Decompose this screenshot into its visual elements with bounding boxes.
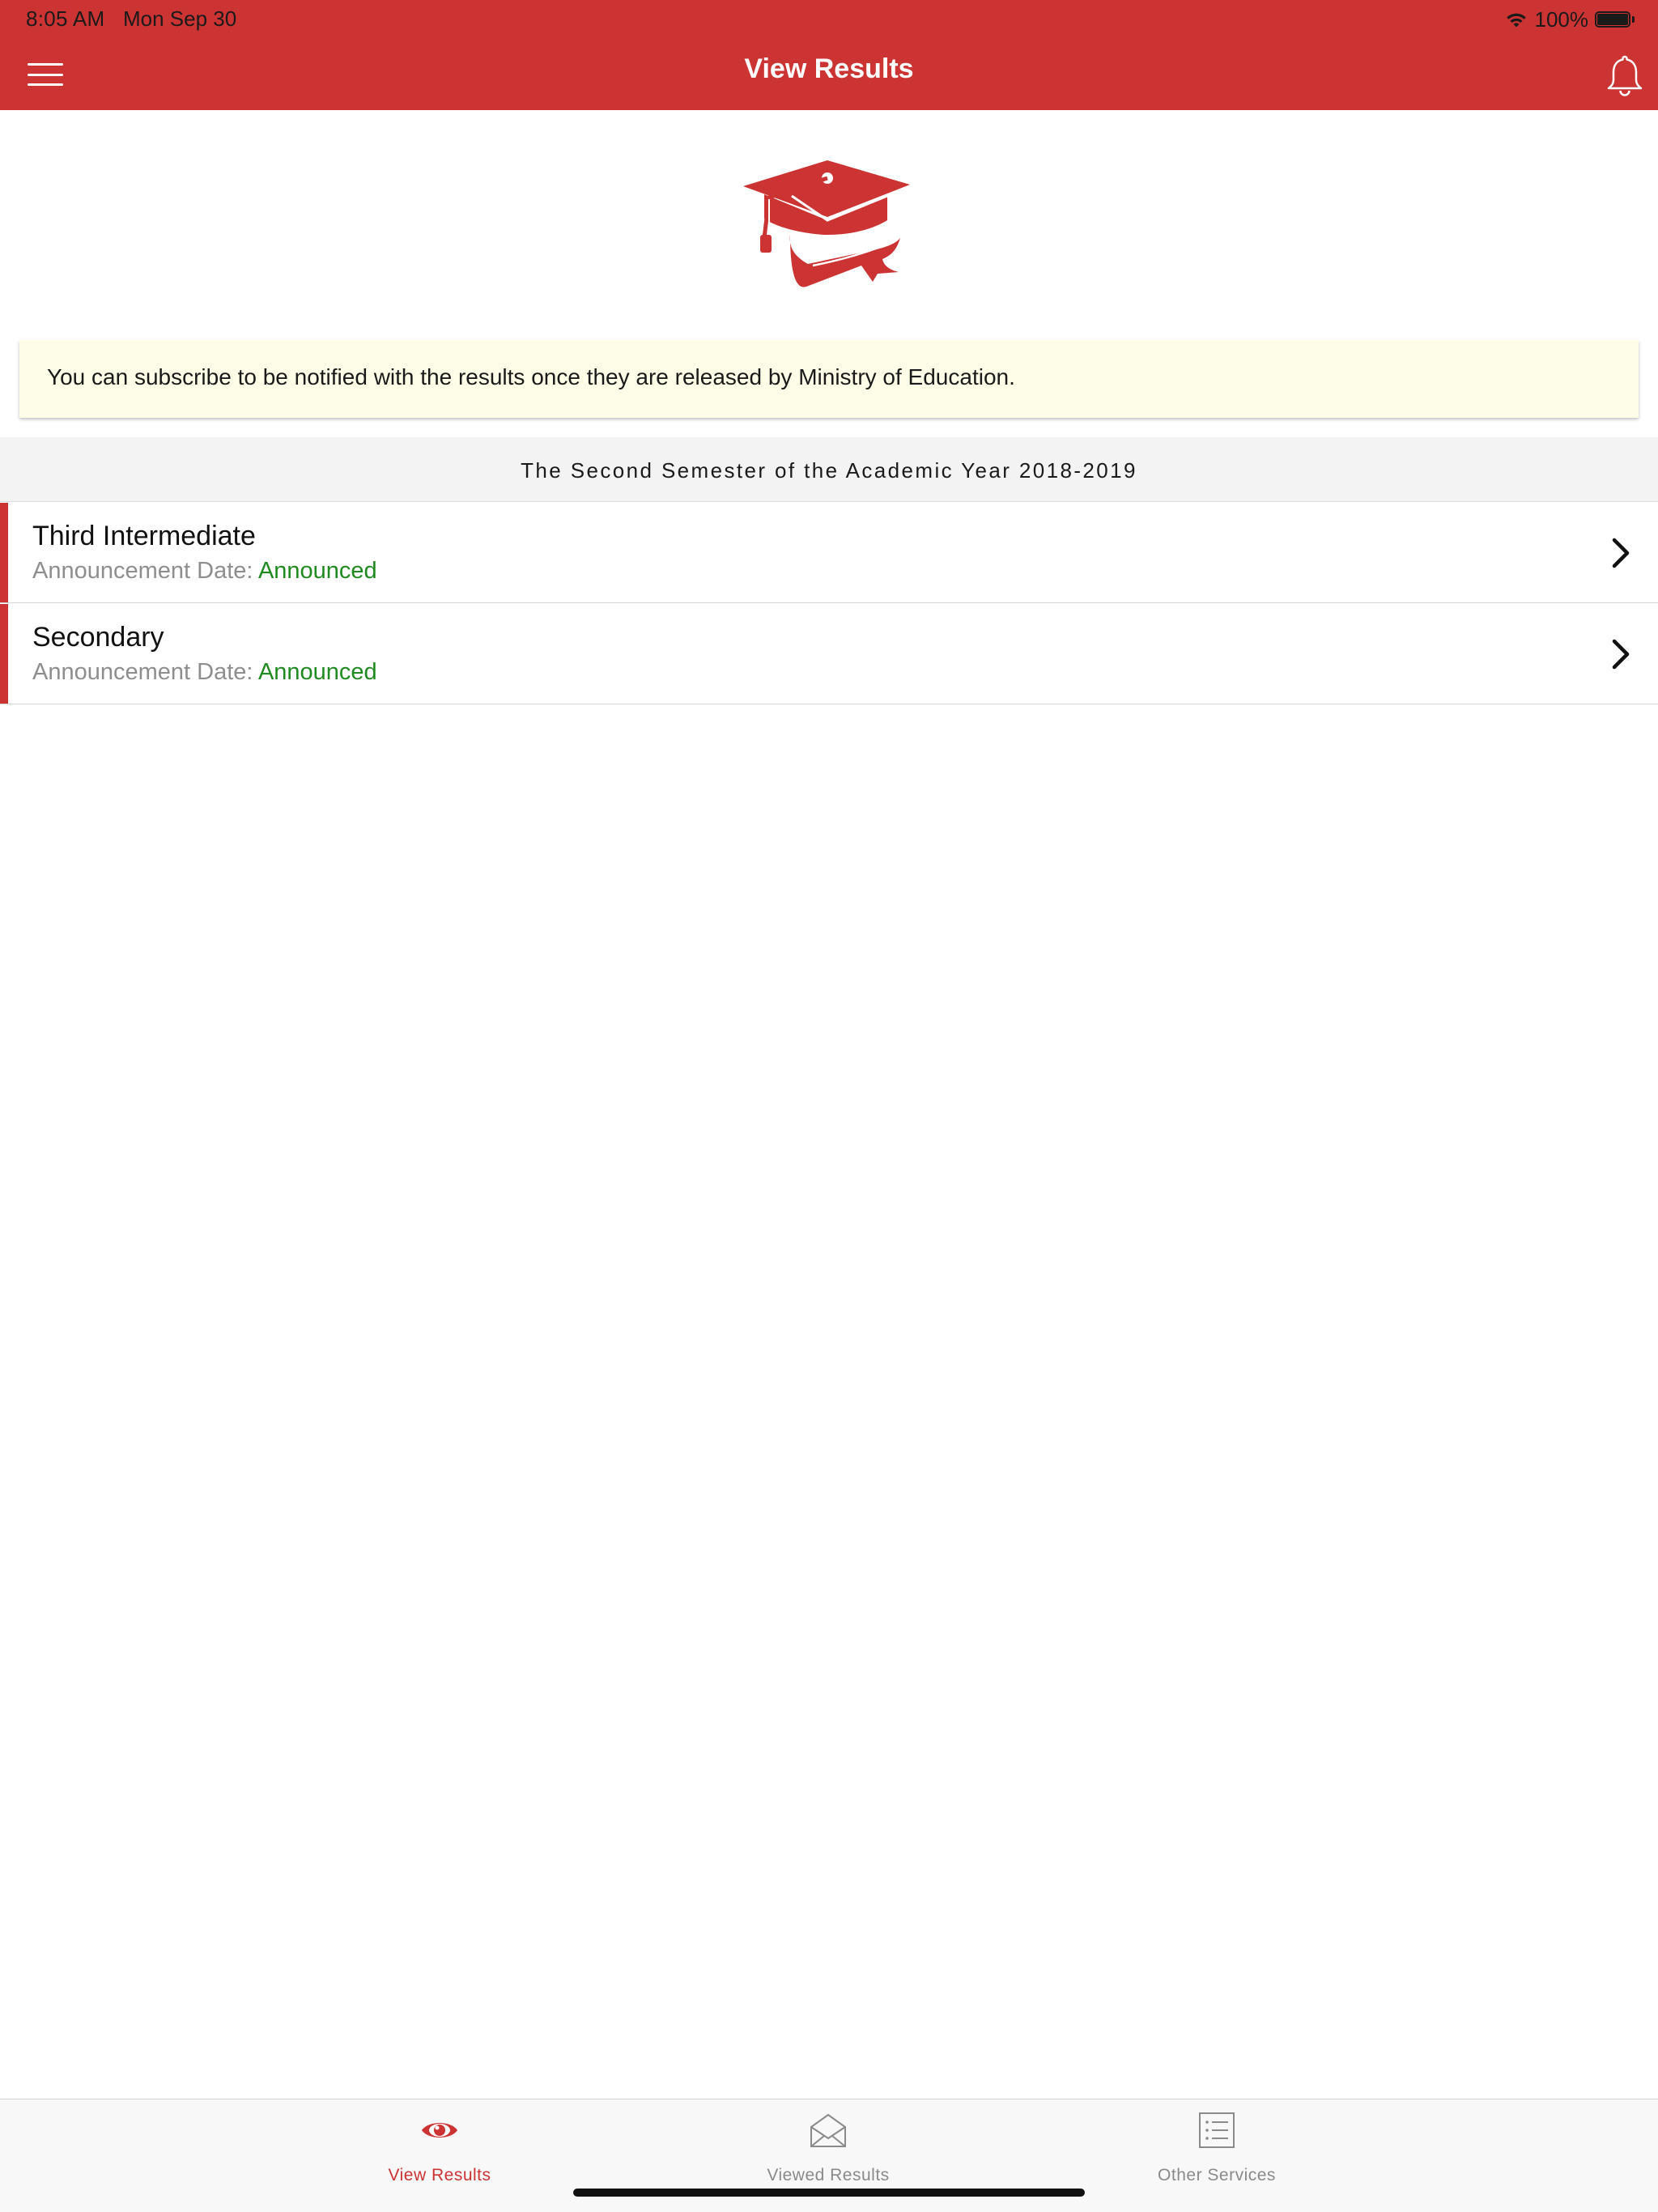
tab-viewed-results[interactable]: Viewed Results bbox=[699, 2099, 958, 2197]
battery-icon bbox=[1595, 10, 1635, 29]
result-title: Third Intermediate bbox=[32, 521, 256, 551]
section-header: The Second Semester of the Academic Year… bbox=[0, 437, 1658, 502]
result-row-secondary[interactable]: Secondary Announcement Date: Announced bbox=[0, 604, 1658, 704]
app-header: 8:05 AM Mon Sep 30 100% View Results bbox=[0, 0, 1658, 110]
status-time: 8:05 AM bbox=[26, 6, 105, 31]
open-envelope-icon bbox=[810, 2113, 846, 2147]
section-title: The Second Semester of the Academic Year… bbox=[521, 458, 1137, 483]
notice-text: You can subscribe to be notified with th… bbox=[47, 364, 1015, 389]
bell-icon[interactable] bbox=[1605, 52, 1645, 97]
status-indicators: 100% bbox=[1504, 6, 1636, 32]
row-accent-bar bbox=[0, 604, 8, 704]
announcement-date: Announcement Date: Announced bbox=[32, 659, 377, 686]
announcement-date: Announcement Date: Announced bbox=[32, 558, 377, 585]
announcement-status: Announced bbox=[257, 659, 377, 685]
announcement-date-label: Announcement Date: bbox=[32, 558, 253, 584]
graduation-cap-diploma-icon bbox=[743, 160, 910, 287]
result-title: Secondary bbox=[32, 622, 164, 653]
status-date: Mon Sep 30 bbox=[123, 6, 237, 31]
tab-other-services[interactable]: Other Services bbox=[1087, 2099, 1346, 2197]
announcement-date-label: Announcement Date: bbox=[32, 659, 253, 685]
tab-label: Other Services bbox=[1158, 2166, 1276, 2184]
subscribe-notice: You can subscribe to be notified with th… bbox=[19, 340, 1639, 418]
view-results-screen: 8:05 AM Mon Sep 30 100% View Results You… bbox=[0, 0, 1658, 2212]
battery-percent: 100% bbox=[1534, 6, 1589, 32]
result-row-third-intermediate[interactable]: Third Intermediate Announcement Date: An… bbox=[0, 503, 1658, 603]
tab-view-results[interactable]: View Results bbox=[310, 2099, 569, 2197]
eye-icon bbox=[422, 2123, 457, 2138]
announcement-status: Announced bbox=[257, 558, 377, 584]
chevron-right-icon bbox=[1612, 538, 1630, 568]
row-accent-bar bbox=[0, 503, 8, 602]
chevron-right-icon bbox=[1612, 639, 1630, 670]
tab-label: View Results bbox=[388, 2166, 491, 2184]
tab-label: Viewed Results bbox=[767, 2166, 890, 2184]
page-title: View Results bbox=[744, 53, 914, 84]
wifi-icon bbox=[1506, 13, 1526, 28]
list-icon bbox=[1199, 2112, 1235, 2148]
home-indicator[interactable] bbox=[573, 2189, 1085, 2197]
